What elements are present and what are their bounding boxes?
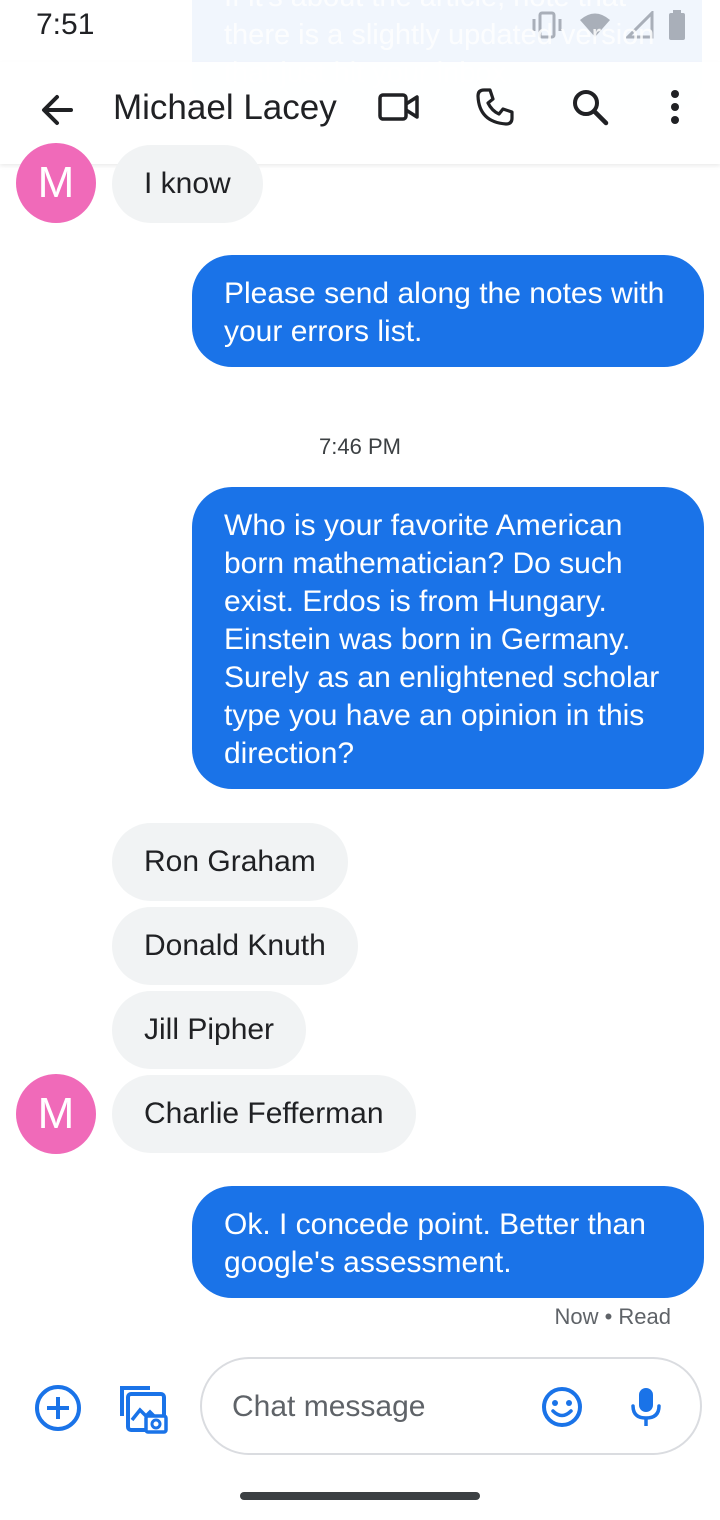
message-incoming[interactable]: Charlie Fefferman [112,1075,416,1153]
emoji-button[interactable] [540,1385,584,1429]
back-arrow-icon [37,90,77,135]
message-outgoing[interactable]: Ok. I concede point. Better than google'… [192,1186,704,1298]
avatar[interactable]: M [16,1074,96,1154]
video-call-icon [377,90,421,129]
message-incoming[interactable]: Jill Pipher [112,991,307,1069]
compose-field [200,1357,702,1455]
back-button[interactable] [30,85,84,139]
search-icon [570,87,610,132]
add-circle-icon [32,1385,84,1438]
message-incoming[interactable]: Ron Graham [112,823,348,901]
video-call-button[interactable] [372,82,426,136]
message-outgoing[interactable]: Please send along the notes with your er… [192,255,704,367]
add-attachment-button[interactable] [32,1382,84,1434]
avatar-initial: M [37,1089,75,1138]
phone-call-button[interactable] [468,82,522,136]
message-outgoing[interactable]: Who is your favorite American born mathe… [192,487,704,789]
chat-message-input[interactable] [230,1383,534,1431]
avatar[interactable]: M [16,143,96,223]
conversation-title[interactable]: Michael Lacey [113,88,337,128]
gallery-icon [116,1386,170,1440]
voice-input-button[interactable] [626,1385,666,1429]
phone-icon [474,86,516,133]
message-timestamp: 7:46 PM [319,434,401,459]
gallery-button[interactable] [116,1382,170,1436]
more-vert-icon [669,89,681,130]
status-time: 7:51 [36,8,95,41]
avatar-initial: M [37,158,75,207]
more-options-button[interactable] [648,82,702,136]
home-indicator[interactable] [240,1492,480,1500]
message-incoming[interactable]: Donald Knuth [112,907,358,985]
mic-icon [626,1388,666,1433]
message-incoming[interactable]: I know [112,145,263,223]
emoji-icon [540,1387,584,1433]
read-receipt: Now • Read [554,1304,671,1329]
search-button[interactable] [563,82,617,136]
